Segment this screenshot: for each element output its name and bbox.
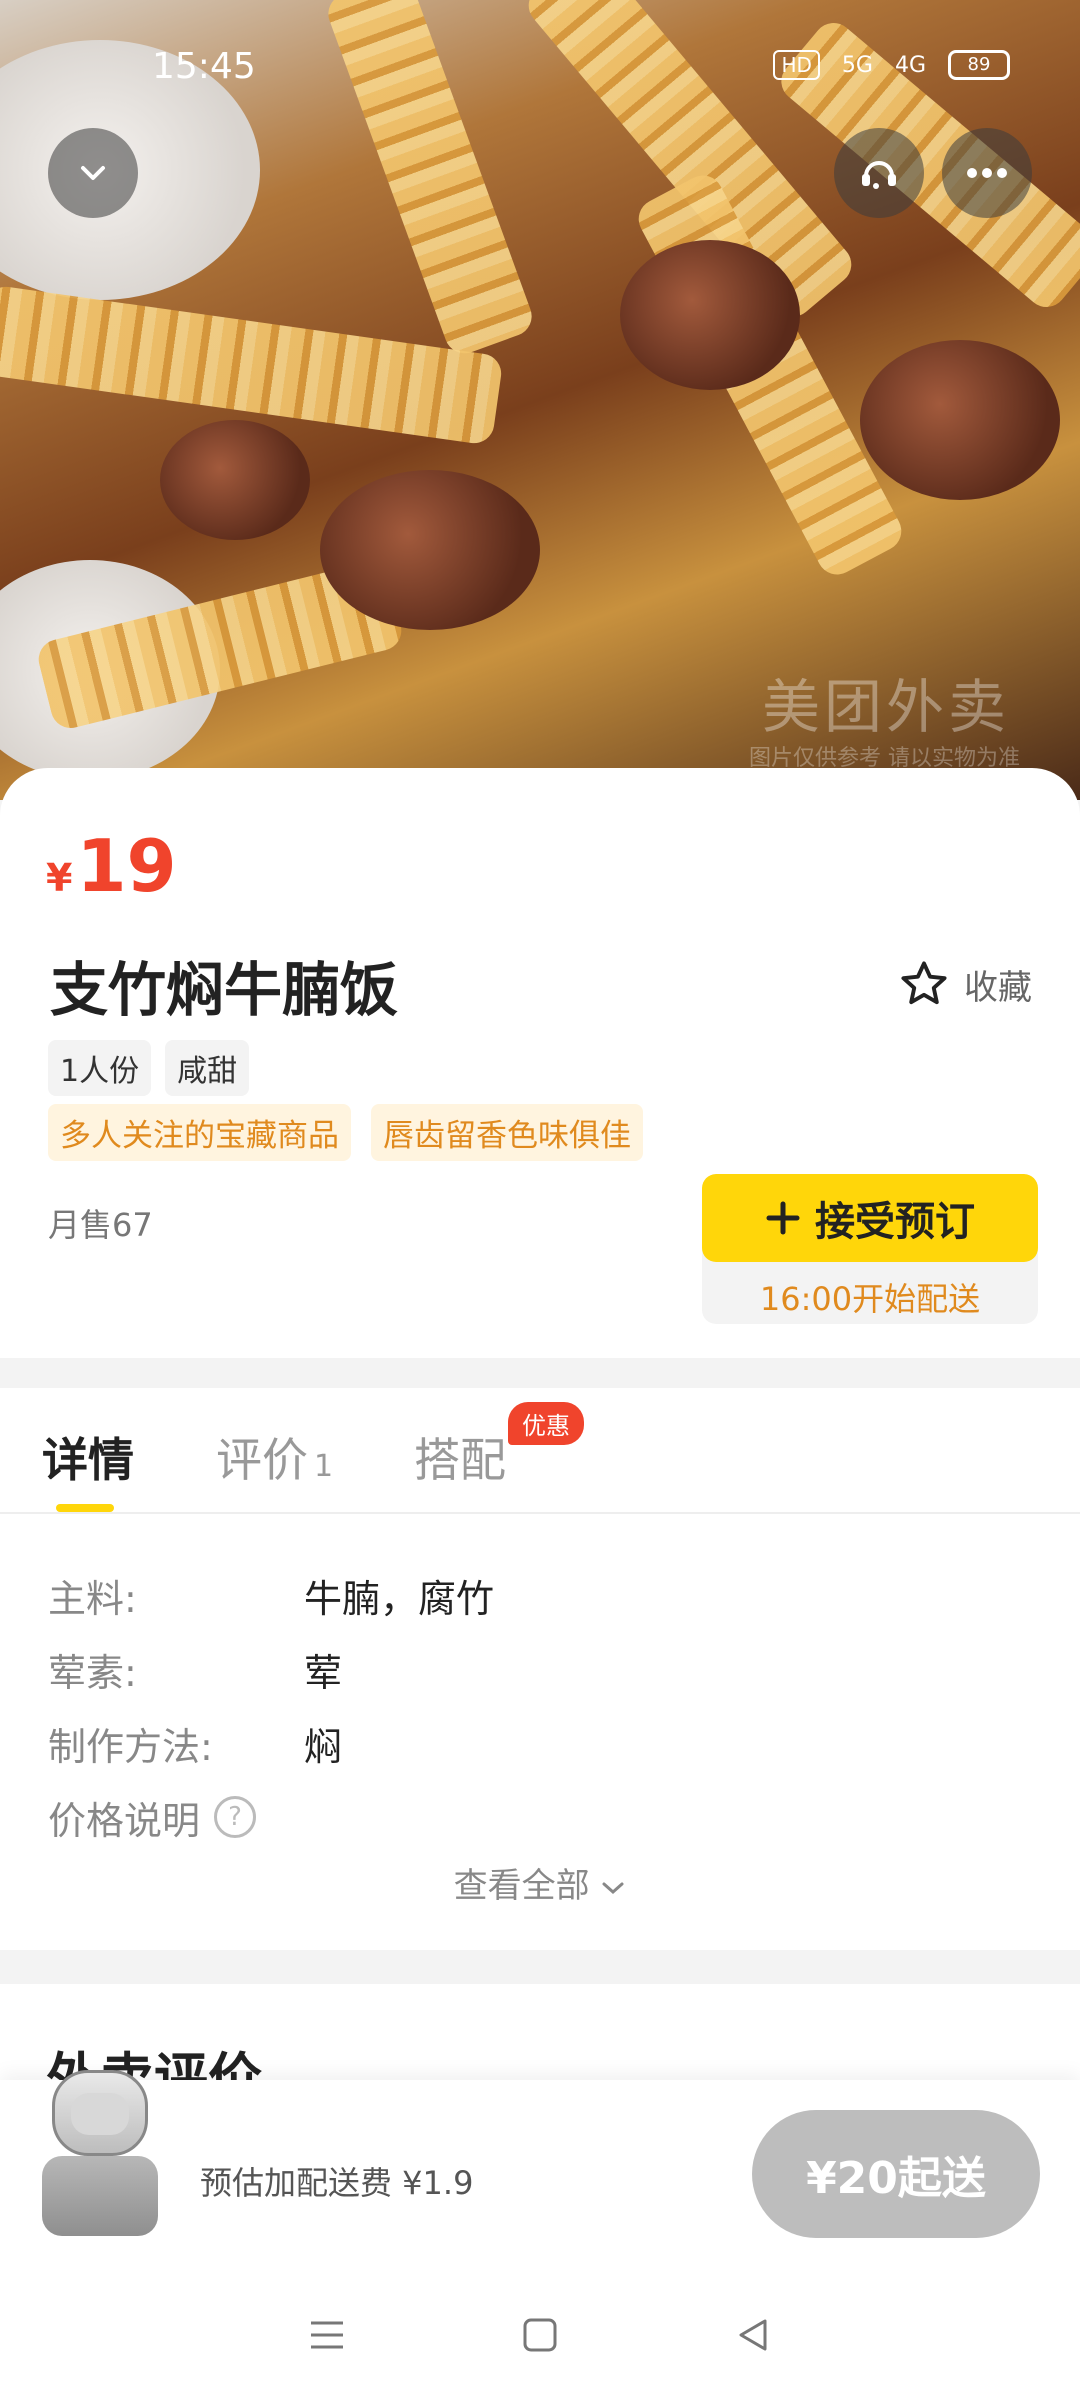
detail-key: 荤素: (48, 1650, 137, 1695)
question-mark-icon: ? (214, 1796, 257, 1838)
detail-key: 主料: (48, 1576, 137, 1621)
favorite-button[interactable]: 收藏 (898, 958, 1032, 1010)
system-nav-bar (0, 2270, 1080, 2400)
product-price: ¥19 (46, 824, 177, 908)
back-triangle-icon (739, 2319, 767, 2351)
price-note-label: 价格说明 (48, 1798, 201, 1843)
tab-bar: 详情 评价 1 搭配 优惠 (0, 1388, 1080, 1514)
min-order-button[interactable]: ¥20起送 (752, 2110, 1040, 2238)
menu-icon (310, 2321, 343, 2349)
signal-5g-icon: 5G (841, 52, 873, 78)
currency-symbol: ¥ (46, 856, 73, 900)
detail-section: 详情 评价 1 搭配 优惠 主料: 牛腩，腐竹 荤素: 荤 制作方法: 焖 价格说… (0, 1388, 1080, 1950)
status-icons: HD 5G 4G 89 (773, 50, 1010, 80)
status-bar: 15:45 HD 5G 4G 89 (0, 0, 1080, 130)
tag-portion: 1人份 (48, 1040, 152, 1096)
product-detail-page: 美团外卖 图片仅供参考 请以实物为准 15:45 HD 5G 4G 89 ¥19… (0, 0, 1080, 2400)
tab-reviews[interactable]: 评价 1 (216, 1424, 333, 1490)
active-tab-indicator (56, 1504, 114, 1512)
status-time: 15:45 (152, 46, 256, 87)
collapse-button[interactable] (48, 128, 138, 218)
battery-icon: 89 (948, 50, 1010, 80)
detail-value: 荤 (304, 1650, 343, 1695)
bottom-cart-bar: 预估加配送费 ¥1.9 ¥20起送 (0, 2070, 1080, 2270)
product-name: 支竹焖牛腩饭 (50, 956, 399, 1024)
view-all-label: 查看全部 (453, 1866, 590, 1906)
preorder-label: 接受预订 (815, 1199, 975, 1245)
view-all-link[interactable]: 查看全部 (0, 1858, 1080, 1907)
highlight-tags: 多人关注的宝藏商品 唇齿留香色味俱佳 (48, 1104, 643, 1161)
highlight-tag: 唇齿留香色味俱佳 (371, 1104, 643, 1161)
detail-key: 制作方法: (48, 1724, 213, 1769)
tab-details[interactable]: 详情 (42, 1424, 134, 1490)
price-value: 19 (76, 824, 177, 908)
chevron-down-icon (602, 1882, 624, 1895)
discount-badge: 优惠 (508, 1402, 584, 1445)
detail-row-ingredients: 主料: 牛腩，腐竹 (48, 1558, 494, 1632)
tag-flavor: 咸甜 (165, 1040, 250, 1096)
delivery-fee-estimate: 预估加配送费 ¥1.9 (200, 2164, 474, 2202)
star-icon (901, 961, 947, 1005)
customer-service-button[interactable] (834, 128, 924, 218)
reviews-count: 1 (314, 1449, 334, 1484)
detail-value: 焖 (304, 1724, 343, 1769)
price-note[interactable]: 价格说明 ? (48, 1780, 494, 1854)
cart-robot-icon[interactable] (30, 2060, 170, 2240)
detail-rows: 主料: 牛腩，腐竹 荤素: 荤 制作方法: 焖 价格说明 ? (48, 1558, 494, 1854)
tab-reviews-label: 评价 (216, 1433, 308, 1487)
plus-icon (766, 1201, 800, 1235)
chevron-down-icon (81, 166, 105, 180)
back-nav-button[interactable] (723, 2305, 783, 2365)
headset-icon (862, 161, 896, 189)
menu-nav-button[interactable] (297, 2305, 357, 2365)
hd-icon: HD (773, 50, 820, 80)
monthly-sales: 月售67 (48, 1206, 153, 1244)
watermark: 美团外卖 (761, 673, 1010, 741)
delivery-start-time: 16:00开始配送 (759, 1280, 981, 1318)
signal-4g-icon: 4G (894, 52, 926, 78)
preorder-box: 接受预订 16:00开始配送 (702, 1174, 1038, 1324)
accept-preorder-button[interactable]: 接受预订 (702, 1174, 1038, 1262)
detail-value: 牛腩，腐竹 (304, 1576, 495, 1621)
favorite-label: 收藏 (964, 967, 1032, 1008)
highlight-tag: 多人关注的宝藏商品 (48, 1104, 351, 1161)
detail-row-cooking-method: 制作方法: 焖 (48, 1706, 494, 1780)
more-options-button[interactable] (942, 128, 1032, 218)
detail-row-meat-veg: 荤素: 荤 (48, 1632, 494, 1706)
product-tags: 1人份 咸甜 (48, 1040, 250, 1096)
more-dots-icon (967, 168, 1007, 178)
home-nav-button[interactable] (510, 2305, 570, 2365)
home-square-icon (523, 2318, 557, 2352)
product-info-card: ¥19 支竹焖牛腩饭 收藏 1人份 咸甜 多人关注的宝藏商品 唇齿留香色味俱佳 … (0, 768, 1080, 1358)
tab-combo[interactable]: 搭配 (414, 1424, 506, 1490)
